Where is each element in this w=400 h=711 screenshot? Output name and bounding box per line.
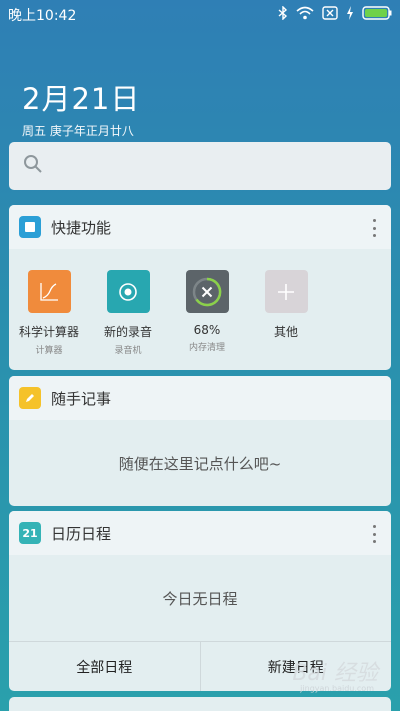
calendar-header: 21 日历日程 [9,511,391,555]
calendar-icon: 21 [19,522,41,544]
card-title: 随手记事 [51,389,112,408]
app-sub: 内存清理 [188,343,225,353]
calendar-empty-text: 今日无日程 [162,589,238,608]
search-input[interactable] [9,142,391,190]
app-label: 科学计算器 [18,325,79,339]
pencil-icon [19,387,41,409]
card-title: 快捷功能 [51,218,112,237]
status-icons [278,5,392,24]
wifi-icon [296,6,314,24]
no-sim-icon [322,6,338,24]
new-schedule-button[interactable]: 新建日程 [199,642,392,691]
calendar-card: 21 日历日程 今日无日程 全部日程 新建日程 [9,511,391,691]
date-block: 2月21日 周五 庚子年正月廿八 [22,76,140,139]
quick-functions-header: 快捷功能 [9,205,391,249]
quick-apps-row: 科学计算器 计算器 新的录音 录音机 68% 内存清理 其他 [9,249,391,370]
more-options-icon[interactable] [371,219,377,237]
quick-functions-card: 快捷功能 科学计算器 计算器 新的录音 录音机 68% 内存清理 其他 [9,205,391,370]
app-other[interactable]: 其他 [249,270,323,370]
calendar-actions: 全部日程 新建日程 [9,641,391,691]
app-sub: 计算器 [35,346,63,356]
memory-clean-icon [185,270,229,313]
charging-icon [346,6,354,24]
next-card-peek [9,697,391,711]
record-icon [106,270,150,313]
lunar-date: 周五 庚子年正月廿八 [22,124,134,138]
more-options-icon[interactable] [371,525,377,543]
notes-card: 随手记事 随便在这里记点什么吧~ [9,376,391,506]
search-icon [23,154,43,178]
plus-icon [264,270,308,313]
app-new-recording[interactable]: 新的录音 录音机 [91,270,165,370]
all-schedules-button[interactable]: 全部日程 [9,642,200,691]
calculator-chart-icon [27,270,71,313]
app-label: 其他 [273,325,298,339]
status-bar: 晚上10:42 [0,0,400,30]
calendar-icon-day: 21 [22,526,38,540]
notes-header: 随手记事 [9,376,391,420]
battery-icon [362,6,392,24]
app-scientific-calculator[interactable]: 科学计算器 计算器 [12,270,86,370]
app-memory-clean[interactable]: 68% 内存清理 [170,270,244,370]
bluetooth-icon [278,5,288,24]
quick-functions-icon [19,216,41,238]
app-label: 新的录音 [103,325,152,339]
app-label: 68% [193,323,221,337]
status-time: 晚上10:42 [8,8,77,24]
app-sub: 录音机 [114,346,142,356]
date-main: 2月21日 [22,82,141,116]
card-title: 日历日程 [51,524,112,543]
notes-input[interactable]: 随便在这里记点什么吧~ [9,420,391,506]
